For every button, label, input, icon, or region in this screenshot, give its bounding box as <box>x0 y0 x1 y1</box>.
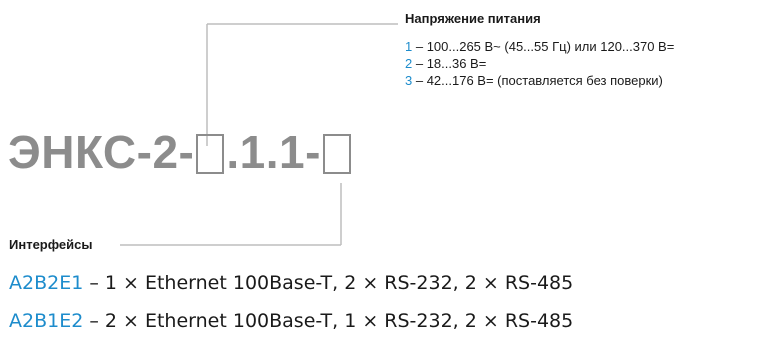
product-code: ЭНКС-2- .1.1- <box>8 122 353 182</box>
interface-option-code: A2B1E2 <box>9 310 84 332</box>
product-code-middle: .1.1- <box>226 126 321 178</box>
product-code-prefix: ЭНКС-2- <box>8 126 195 178</box>
interface-slot <box>322 134 351 174</box>
power-option-text: – 100...265 В~ (45...55 Гц) или 120...37… <box>412 39 675 54</box>
power-option: 3 – 42...176 В= (поставляется без поверк… <box>405 72 674 89</box>
interface-option-text: – 1 × Ethernet 100Base-T, 2 × RS-232, 2 … <box>83 272 574 294</box>
interfaces-heading: Интерфейсы <box>9 237 93 252</box>
interface-option: A2B2E1 – 1 × Ethernet 100Base-T, 2 × RS-… <box>9 272 573 294</box>
interface-option-text: – 2 × Ethernet 100Base-T, 1 × RS-232, 2 … <box>83 310 574 332</box>
power-option: 2 – 18...36 В= <box>405 55 674 72</box>
power-option-text: – 18...36 В= <box>412 56 487 71</box>
power-option-text: – 42...176 В= (поставляется без поверки) <box>412 73 663 88</box>
power-slot <box>196 134 225 174</box>
interface-option-code: A2B2E1 <box>9 272 84 294</box>
interface-option: A2B1E2 – 2 × Ethernet 100Base-T, 1 × RS-… <box>9 310 573 332</box>
power-option: 1 – 100...265 В~ (45...55 Гц) или 120...… <box>405 38 674 55</box>
power-options: 1 – 100...265 В~ (45...55 Гц) или 120...… <box>405 38 674 89</box>
power-heading: Напряжение питания <box>405 11 541 26</box>
